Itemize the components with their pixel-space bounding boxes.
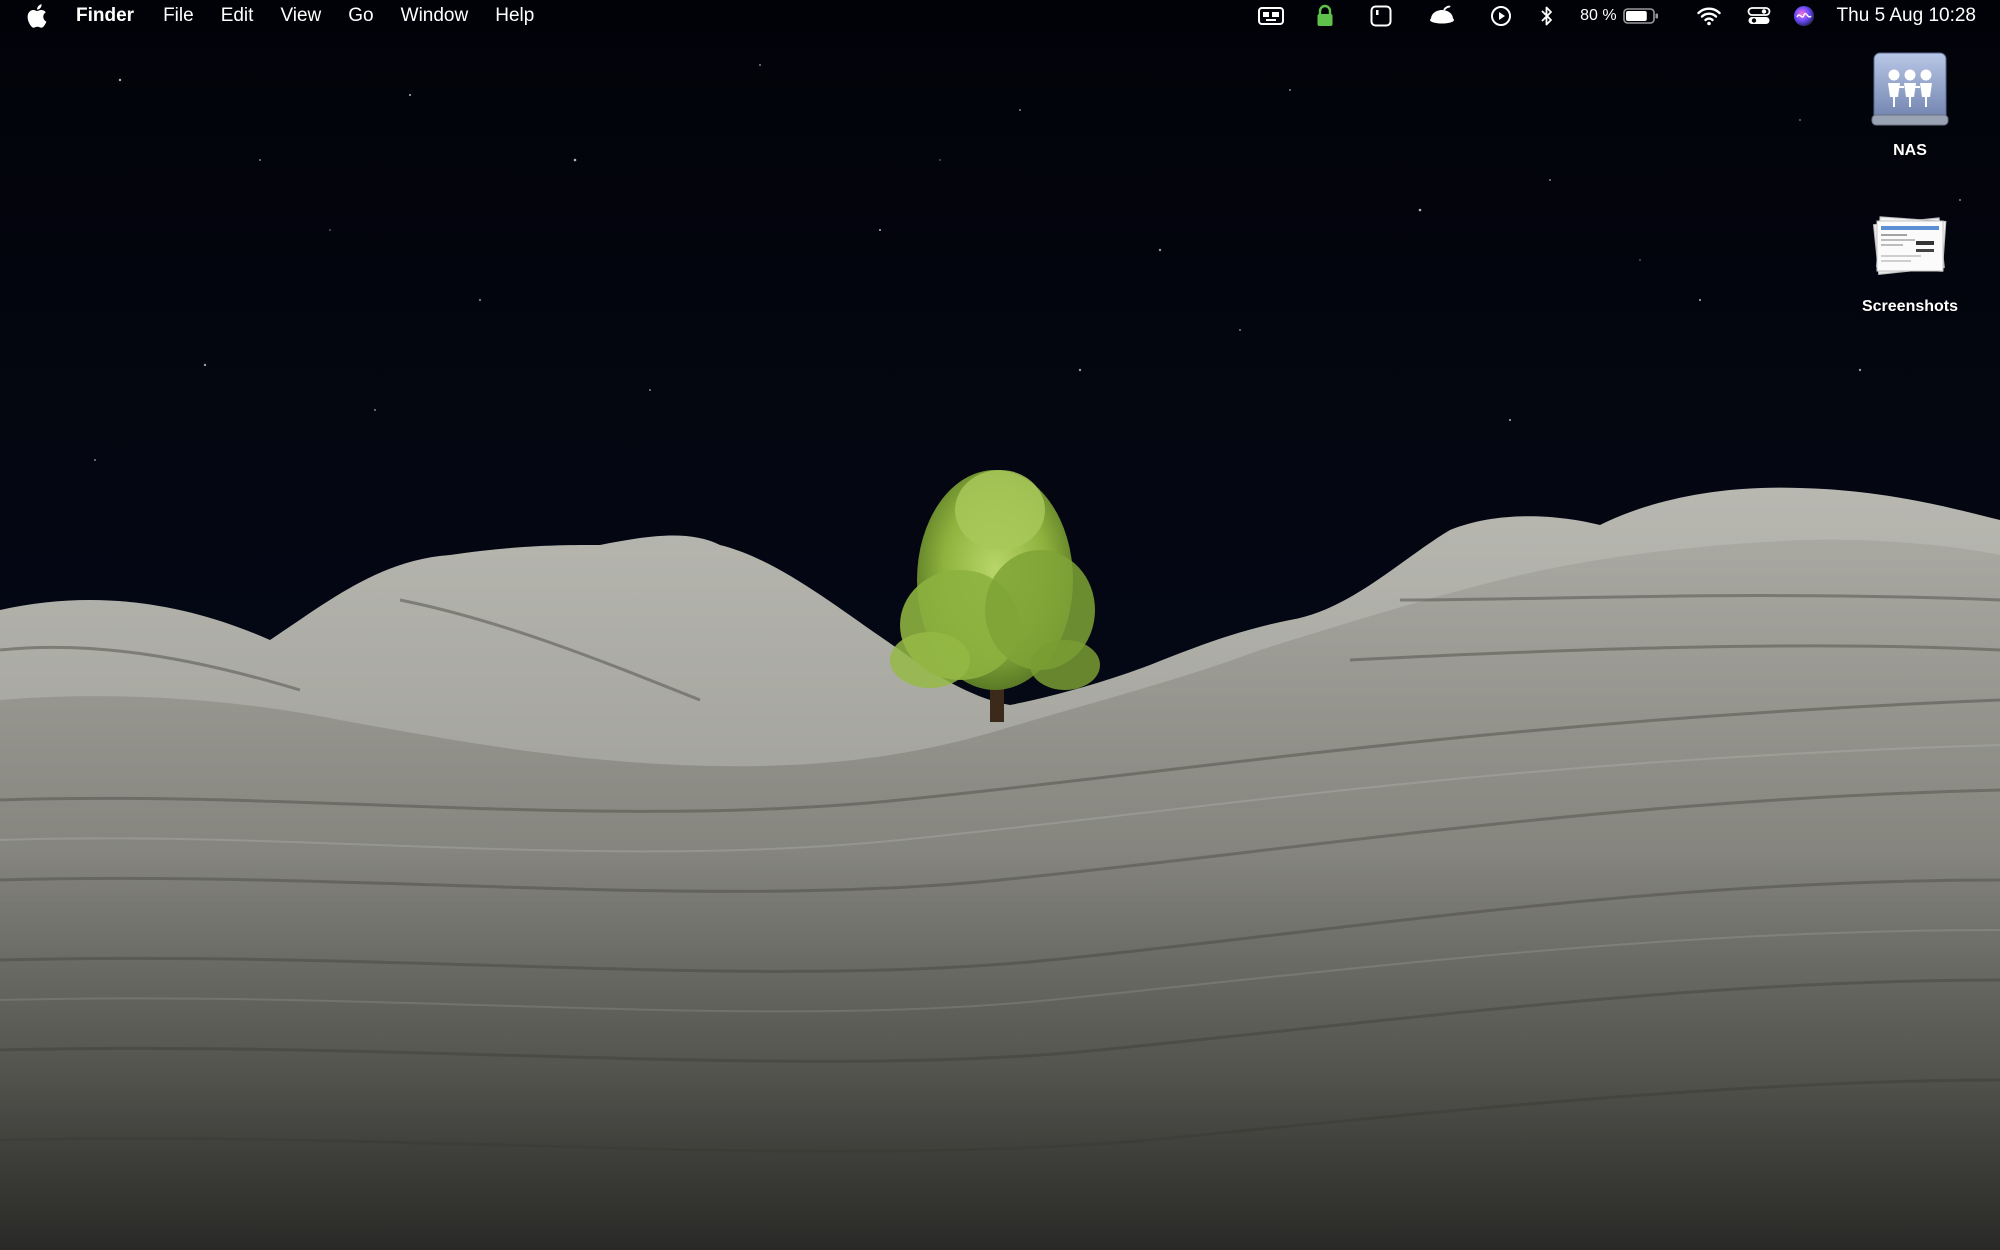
- menu-bar-status-area: 80 % Thu 5 Aug 10:28: [1258, 0, 2000, 32]
- menu-bar-left: Finder File Edit View Go Window Help: [0, 0, 561, 32]
- menu-app-name[interactable]: Finder: [76, 0, 134, 32]
- menu-bar-clock[interactable]: Thu 5 Aug 10:28: [1837, 5, 1976, 27]
- play-circle-icon[interactable]: [1490, 0, 1512, 32]
- menu-go[interactable]: Go: [348, 0, 373, 32]
- bluetooth-icon[interactable]: [1540, 0, 1554, 32]
- menu-help[interactable]: Help: [495, 0, 534, 32]
- desktop-icon-label: Screenshots: [1861, 298, 1959, 315]
- lock-icon[interactable]: [1316, 0, 1334, 32]
- menu-bar: Finder File Edit View Go Window Help 80 …: [0, 0, 2000, 32]
- control-center-icon[interactable]: [1747, 0, 1771, 32]
- menu-window[interactable]: Window: [401, 0, 469, 32]
- desktop-icon-screenshots[interactable]: Screenshots: [1830, 204, 1990, 316]
- menu-file[interactable]: File: [163, 0, 194, 32]
- desktop-wallpaper: [0, 0, 2000, 1250]
- desktop-icon-label: NAS: [1893, 142, 1927, 159]
- menu-view[interactable]: View: [280, 0, 321, 32]
- siri-icon[interactable]: [1793, 0, 1815, 32]
- app-window-icon[interactable]: [1370, 0, 1392, 32]
- menu-edit[interactable]: Edit: [221, 0, 254, 32]
- wifi-icon[interactable]: [1696, 0, 1721, 32]
- network-drive-icon: [1867, 48, 1953, 134]
- screen-record-icon[interactable]: [1258, 0, 1285, 32]
- apple-menu-icon[interactable]: [26, 4, 48, 28]
- desktop-icon-nas[interactable]: NAS: [1830, 48, 1990, 160]
- cloud-cap-icon[interactable]: [1428, 0, 1456, 32]
- screenshots-stack-icon: [1867, 204, 1953, 290]
- battery-icon[interactable]: [1622, 0, 1659, 32]
- battery-percentage: 80 %: [1580, 7, 1617, 24]
